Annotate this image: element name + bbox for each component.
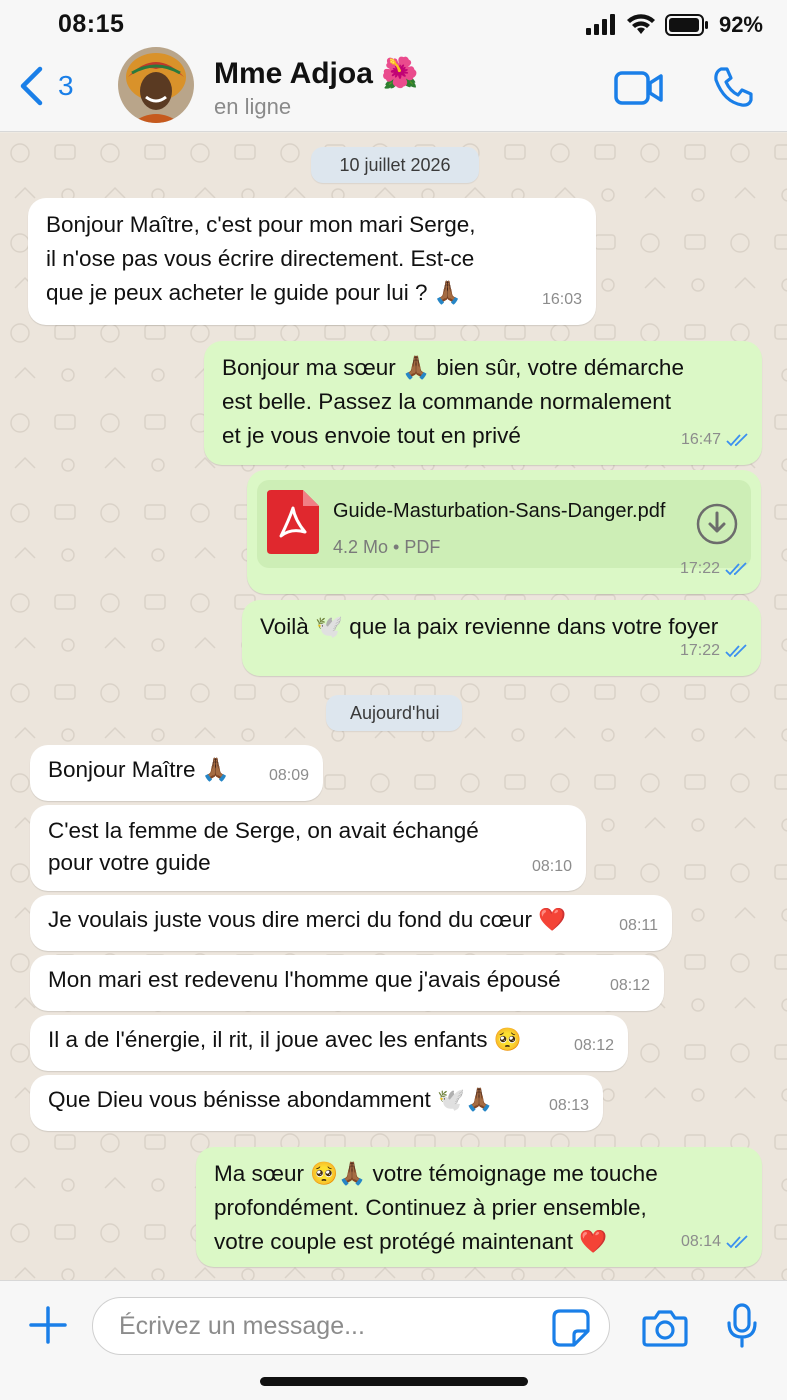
file-message-bubble[interactable]: Guide-Masturbation-Sans-Danger.pdf 4.2 M… [247,470,761,594]
message-time: 08:09 [268,767,309,784]
sticker-button[interactable] [552,1309,590,1352]
message-text: Ma sœur 🥺🙏🏾 votre témoignage me touche p… [214,1161,658,1254]
back-chevron-icon [20,66,43,106]
status-time: 08:15 [58,10,125,38]
message-time-wrap: 17:22 [680,634,749,668]
message-text: Que Dieu vous bénisse abondamment 🕊️🙏🏾 [48,1087,494,1112]
message-time: 08:12 [573,1037,614,1054]
message-time: 17:22 [679,560,720,577]
message-bubble-outgoing[interactable]: Voilà 🕊️ que la paix revienne dans votre… [242,600,761,676]
pdf-icon [267,490,319,554]
message-text: Bonjour Maître, c'est pour mon mari Serg… [46,212,476,305]
back-button[interactable]: 3 [18,66,74,106]
message-time-wrap: 08:14 [681,1225,750,1259]
chat-area[interactable]: 10 juillet 2026 Bonjour Maître, c'est po… [0,133,787,1280]
phone-icon [714,67,753,107]
message-bubble-outgoing[interactable]: Bonjour ma sœur 🙏🏾 bien sûr, votre démar… [204,341,762,465]
message-time: 08:12 [609,977,650,994]
battery-percent: 92% [718,12,763,37]
message-bubble-incoming[interactable]: Il a de l'énergie, il rit, il joue avec … [30,1015,628,1071]
double-check-icon [726,433,748,447]
double-check-icon [725,562,747,576]
date-separator: Aujourd'hui [326,695,462,731]
avatar[interactable] [118,47,194,123]
message-time: 08:14 [680,1233,721,1250]
contact-status: en ligne [214,94,292,119]
double-check-icon [726,1235,748,1249]
message-bubble-incoming[interactable]: Bonjour Maître 🙏🏾 08:09 [30,745,323,801]
message-input[interactable] [92,1297,610,1355]
message-bubble-incoming[interactable]: C'est la femme de Serge, on avait échang… [30,805,586,891]
message-text: Je voulais juste vous dire merci du fond… [48,907,567,932]
signal-icon [585,14,615,35]
file-name: Guide-Masturbation-Sans-Danger.pdf [333,500,666,522]
microphone-button[interactable] [726,1303,758,1354]
video-call-icon [614,71,663,105]
plus-icon [29,1306,67,1344]
battery-icon [664,14,708,36]
camera-icon [642,1310,688,1347]
message-text: Il a de l'énergie, il rit, il joue avec … [48,1027,522,1052]
message-text: Mon mari est redevenu l'homme que j'avai… [48,967,561,992]
message-time: 08:11 [619,917,658,934]
camera-button[interactable] [642,1309,688,1352]
message-time: 16:03 [541,291,582,308]
status-right: 92% [585,12,763,38]
wifi-icon [626,14,655,34]
message-time: 17:22 [679,642,720,659]
sticker-icon [552,1309,590,1347]
attach-button[interactable] [28,1305,68,1350]
message-text: Bonjour ma sœur 🙏🏾 bien sûr, votre démar… [222,355,684,448]
message-time: 16:47 [680,431,721,448]
message-bubble-incoming[interactable]: Que Dieu vous bénisse abondamment 🕊️🙏🏾 0… [30,1075,603,1131]
status-bar: 08:15 92% [0,0,787,50]
date-separator: 10 juillet 2026 [311,147,479,183]
message-time-wrap: 16:47 [681,423,750,457]
message-text: Bonjour Maître 🙏🏾 [48,757,230,782]
message-text: C'est la femme de Serge, on avait échang… [48,818,479,875]
message-bubble-incoming[interactable]: Je voulais juste vous dire merci du fond… [30,895,672,951]
message-time: 08:13 [548,1097,589,1114]
message-bubble-incoming[interactable]: Mon mari est redevenu l'homme que j'avai… [30,955,664,1011]
file-meta: 4.2 Mo • PDF [333,537,441,557]
download-icon [696,503,738,545]
double-check-icon [725,644,747,658]
voice-call-button[interactable] [712,66,754,113]
file-attachment[interactable]: Guide-Masturbation-Sans-Danger.pdf 4.2 M… [257,480,751,568]
message-bubble-outgoing[interactable]: Ma sœur 🥺🙏🏾 votre témoignage me touche p… [196,1147,762,1267]
message-time-wrap: 17:22 [680,552,749,586]
chat-header: 3 Mme Adjoa 🌺 en ligne [0,47,787,132]
home-indicator [260,1377,528,1386]
microphone-icon [727,1303,757,1348]
input-bar [0,1280,787,1400]
message-bubble-incoming[interactable]: Bonjour Maître, c'est pour mon mari Serg… [28,198,596,325]
unread-count: 3 [58,70,74,101]
message-time: 08:10 [531,858,572,875]
message-text: Voilà 🕊️ que la paix revienne dans votre… [260,614,719,639]
download-button[interactable] [695,502,739,556]
contact-name[interactable]: Mme Adjoa 🌺 [214,56,419,91]
video-call-button[interactable] [614,70,664,111]
